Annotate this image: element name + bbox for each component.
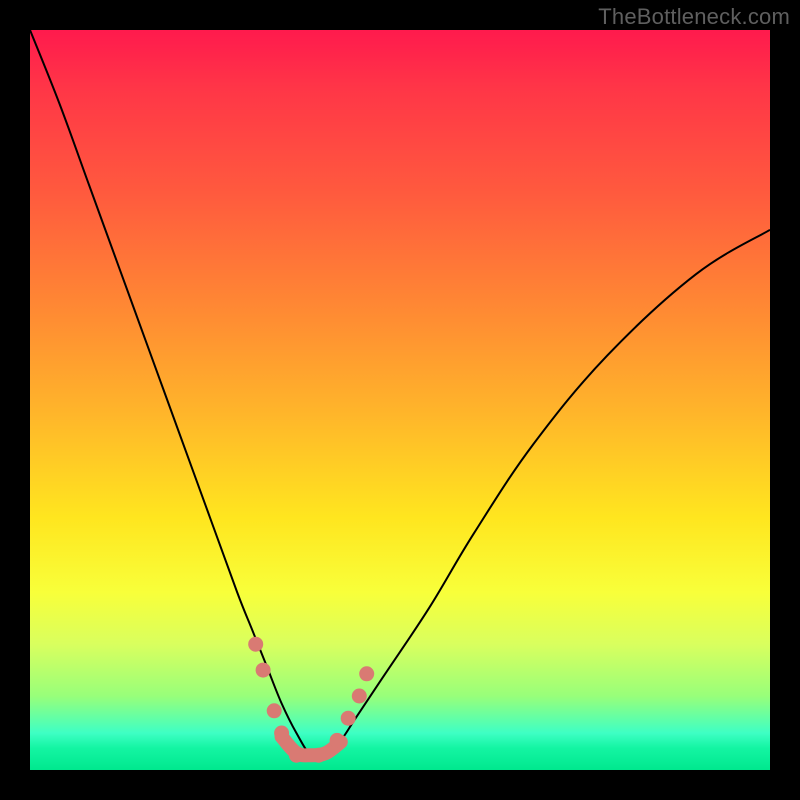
bead-dot [359,666,374,681]
plot-area [30,30,770,770]
bead-dot [256,663,271,678]
watermark-text: TheBottleneck.com [598,4,790,30]
bead-dot [248,637,263,652]
bead-dot [341,711,356,726]
bead-dot [352,689,367,704]
bead-dot [311,748,326,763]
bead-dot [274,726,289,741]
bead-dot [330,733,345,748]
bead-dot [289,748,304,763]
curve-layer [30,30,770,770]
bead-dot [267,703,282,718]
chart-frame: TheBottleneck.com [0,0,800,800]
bottleneck-curve [30,30,770,758]
highlight-beads [248,637,374,763]
